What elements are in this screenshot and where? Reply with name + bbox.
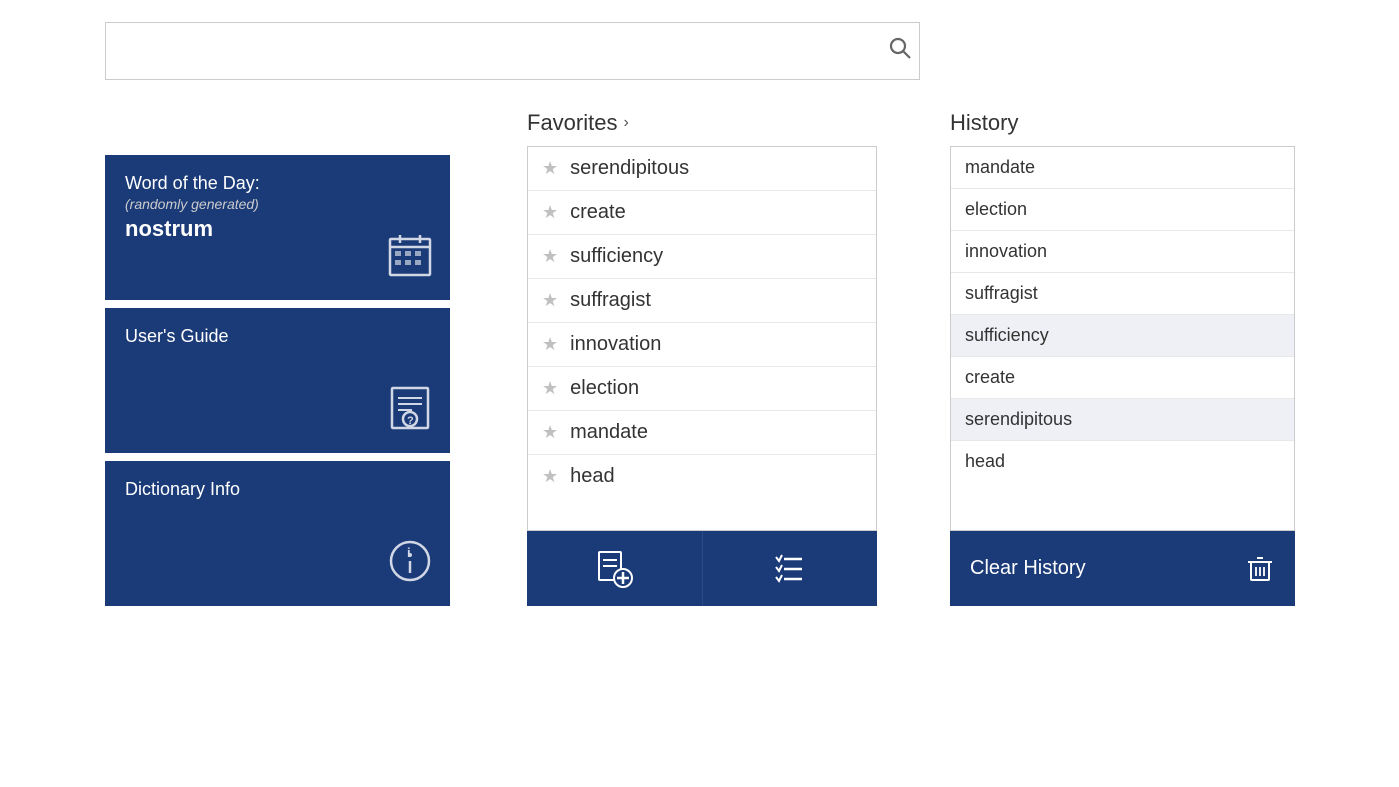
checklist-icon [772, 551, 808, 587]
history-list: mandateelectioninnovationsuffragistsuffi… [950, 146, 1295, 531]
favorites-actions [527, 531, 877, 606]
word-of-day-tile[interactable]: Word of the Day: (randomly generated) no… [105, 155, 450, 300]
history-item[interactable]: mandate [951, 147, 1294, 189]
users-guide-title: User's Guide [125, 326, 228, 347]
favorites-title: Favorites [527, 110, 617, 136]
history-header: History [950, 110, 1295, 136]
add-favorite-icon [595, 550, 633, 588]
favorites-word: head [570, 465, 615, 488]
word-of-day-subtitle: (randomly generated) [125, 196, 260, 212]
star-icon: ★ [542, 466, 558, 487]
dictionary-info-tile[interactable]: Dictionary Info i [105, 461, 450, 606]
favorites-item[interactable]: ★ sufficiency [528, 235, 876, 279]
svg-text:i: i [407, 545, 411, 560]
favorites-item[interactable]: ★ election [528, 367, 876, 411]
search-input[interactable] [105, 22, 920, 80]
favorites-item[interactable]: ★ innovation [528, 323, 876, 367]
word-of-day-title: Word of the Day: [125, 173, 260, 194]
history-item[interactable]: innovation [951, 231, 1294, 273]
guide-icon: ? [388, 386, 432, 439]
favorites-item[interactable]: ★ head [528, 455, 876, 498]
clear-history-button[interactable]: Clear History [950, 531, 1295, 606]
dictionary-info-title: Dictionary Info [125, 479, 240, 500]
history-item[interactable]: election [951, 189, 1294, 231]
star-icon: ★ [542, 158, 558, 179]
history-item[interactable]: create [951, 357, 1294, 399]
star-icon: ★ [542, 246, 558, 267]
left-panel: Word of the Day: (randomly generated) no… [105, 155, 450, 614]
favorites-word: sufficiency [570, 245, 663, 268]
history-item[interactable]: serendipitous [951, 399, 1294, 441]
star-icon: ★ [542, 334, 558, 355]
favorites-word: create [570, 201, 626, 224]
favorites-item[interactable]: ★ serendipitous [528, 147, 876, 191]
star-icon: ★ [542, 202, 558, 223]
favorites-word: mandate [570, 421, 648, 444]
star-icon: ★ [542, 290, 558, 311]
calendar-icon [388, 233, 432, 286]
favorites-header: Favorites › [527, 110, 877, 136]
favorites-word: suffragist [570, 289, 651, 312]
search-container [105, 22, 920, 80]
history-item[interactable]: sufficiency [951, 315, 1294, 357]
history-item[interactable]: head [951, 441, 1294, 482]
history-actions: Clear History [950, 531, 1295, 606]
favorites-list: ★ serendipitous ★ create ★ sufficiency ★ suffra… [527, 146, 877, 531]
favorites-word: serendipitous [570, 157, 689, 180]
search-icon [888, 36, 912, 60]
trash-icon [1245, 554, 1275, 584]
search-button[interactable] [888, 36, 912, 66]
history-item[interactable]: suffragist [951, 273, 1294, 315]
word-of-day-word: nostrum [125, 216, 260, 242]
favorites-item[interactable]: ★ create [528, 191, 876, 235]
history-title: History [950, 110, 1018, 136]
favorites-word: election [570, 377, 639, 400]
favorites-chevron: › [623, 114, 628, 132]
info-icon: i [388, 539, 432, 592]
manage-favorites-button[interactable] [703, 531, 878, 606]
favorites-word: innovation [570, 333, 661, 356]
history-section: History mandateelectioninnovationsuffrag… [950, 110, 1295, 606]
users-guide-tile[interactable]: User's Guide ? [105, 308, 450, 453]
favorites-section: Favorites › ★ serendipitous ★ create ★ suffic… [527, 110, 877, 606]
add-favorite-button[interactable] [527, 531, 703, 606]
favorites-item[interactable]: ★ mandate [528, 411, 876, 455]
star-icon: ★ [542, 378, 558, 399]
svg-text:?: ? [407, 415, 414, 427]
favorites-item[interactable]: ★ suffragist [528, 279, 876, 323]
clear-history-label: Clear History [970, 557, 1086, 580]
star-icon: ★ [542, 422, 558, 443]
